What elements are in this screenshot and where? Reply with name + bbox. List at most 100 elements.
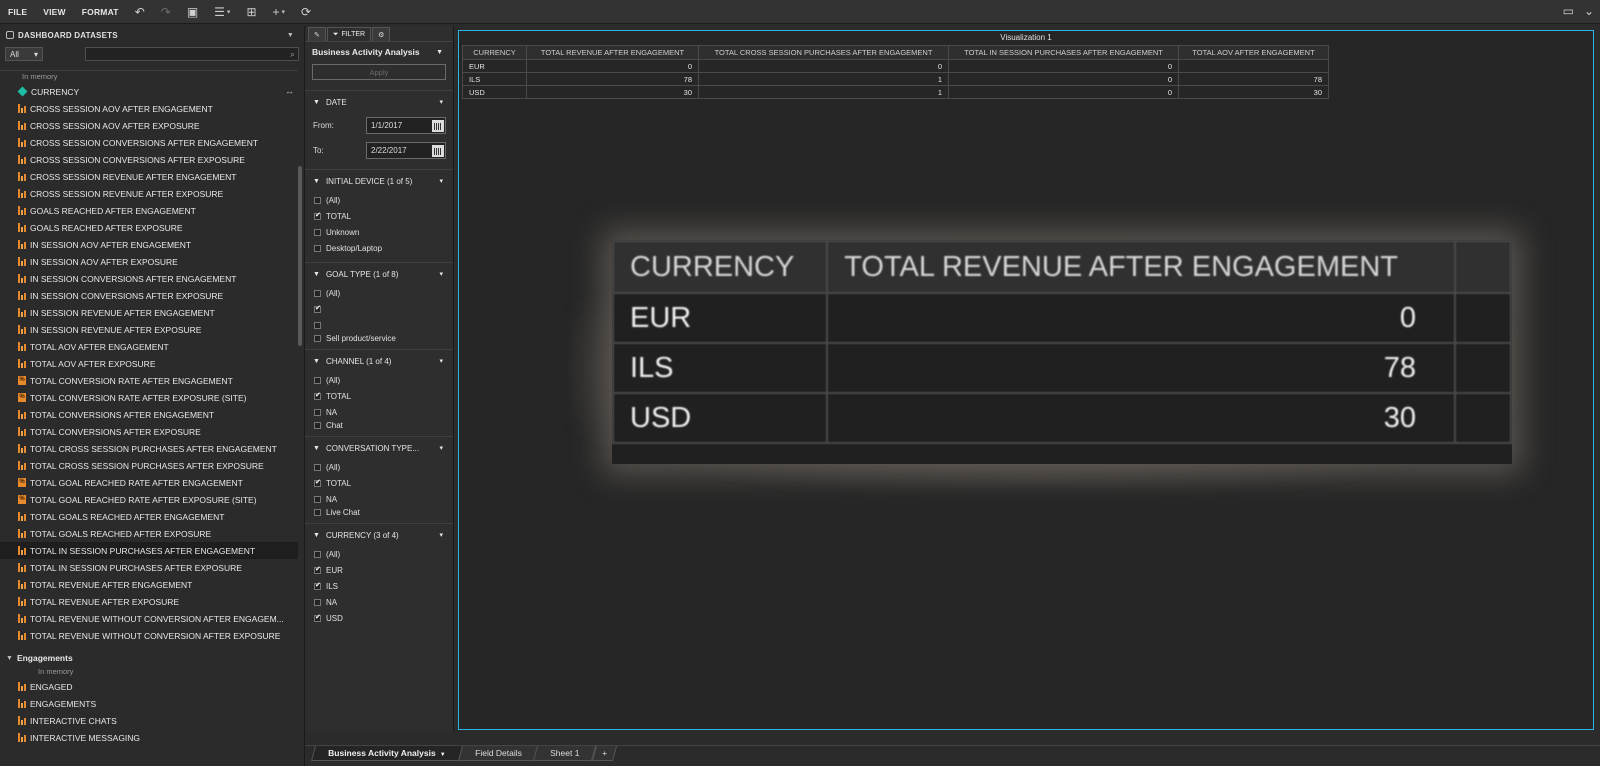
add-sheet-button[interactable]: + (591, 746, 617, 761)
filter-option[interactable]: Sell product/service (305, 333, 453, 343)
dataset-field-item[interactable]: IN SESSION CONVERSIONS AFTER ENGAGEMENT (0, 270, 298, 287)
dataset-field-item[interactable]: CROSS SESSION AOV AFTER EXPOSURE (0, 117, 298, 134)
undo-icon[interactable]: ↶ (127, 5, 153, 19)
dataset-field-item[interactable]: % TOTAL CONVERSION RATE AFTER EXPOSURE (S… (0, 389, 298, 406)
filter-option[interactable]: (All) (305, 285, 453, 301)
filter-option[interactable] (305, 301, 453, 317)
dataset-field-item[interactable]: INTERACTIVE CHATS (0, 712, 298, 729)
dataset-field-item[interactable]: CROSS SESSION CONVERSIONS AFTER EXPOSURE (0, 151, 298, 168)
dataset-field-item[interactable]: IN SESSION AOV AFTER EXPOSURE (0, 253, 298, 270)
date-to-input[interactable]: 2/22/2017 (366, 142, 446, 159)
dataset-field-item[interactable]: IN SESSION AOV AFTER ENGAGEMENT (0, 236, 298, 253)
dataset-field-item[interactable]: ENGAGEMENTS (0, 695, 298, 712)
dataset-field-item[interactable]: GOALS REACHED AFTER ENGAGEMENT (0, 202, 298, 219)
menu-file[interactable]: FILE (0, 7, 35, 17)
checkbox[interactable] (314, 408, 321, 416)
filter-option[interactable]: NA (305, 594, 453, 610)
chevron-down-icon[interactable]: ▼ (440, 752, 446, 758)
checkbox[interactable] (314, 376, 321, 384)
dataset-field-item[interactable]: TOTAL CROSS SESSION PURCHASES AFTER EXPO… (0, 457, 298, 474)
chevron-down-icon[interactable]: ▼ (436, 49, 443, 56)
tab-edit[interactable]: ✎ (308, 27, 326, 41)
filter-group-header[interactable]: ▼ CHANNEL (1 of 4) ▾ (305, 350, 453, 372)
dataset-field-item[interactable]: TOTAL CROSS SESSION PURCHASES AFTER ENGA… (0, 440, 298, 457)
checkbox[interactable] (314, 463, 321, 471)
dataset-field-item[interactable]: TOTAL REVENUE AFTER EXPOSURE (0, 593, 298, 610)
dataset-field-item[interactable]: TOTAL REVENUE WITHOUT CONVERSION AFTER E… (0, 610, 298, 627)
filter-option[interactable]: Live Chat (305, 507, 453, 517)
filter-option[interactable]: Chat (305, 420, 453, 430)
filter-group-header[interactable]: ▼ CONVERSATION TYPE... ▾ (305, 437, 453, 459)
chevron-down-icon[interactable]: ⌄ (1584, 4, 1594, 18)
add-icon[interactable]: + ▾ (265, 5, 294, 19)
chevron-down-icon[interactable]: ▾ (439, 177, 443, 185)
calendar-icon[interactable] (432, 119, 444, 132)
date-from-input[interactable]: 1/1/2017 (366, 117, 446, 134)
checkbox[interactable] (314, 495, 321, 503)
filter-option[interactable]: TOTAL (305, 388, 453, 404)
checkbox[interactable] (314, 478, 321, 487)
checkbox[interactable] (314, 508, 321, 516)
filter-option[interactable]: (All) (305, 372, 453, 388)
scrollbar[interactable] (298, 166, 302, 346)
column-header[interactable]: CURRENCY (462, 45, 527, 60)
checkbox[interactable] (314, 391, 321, 400)
checkbox[interactable] (314, 421, 321, 429)
column-header[interactable]: TOTAL REVENUE AFTER ENGAGEMENT (526, 45, 699, 60)
column-header[interactable]: TOTAL CROSS SESSION PURCHASES AFTER ENGA… (698, 45, 949, 60)
checkbox[interactable] (314, 228, 321, 236)
present-icon[interactable]: ▭ (1563, 4, 1574, 18)
dataset-field-item[interactable]: TOTAL AOV AFTER ENGAGEMENT (0, 338, 298, 355)
dataset-field-item[interactable]: CROSS SESSION AOV AFTER ENGAGEMENT (0, 100, 298, 117)
dataset-field-item[interactable]: CROSS SESSION CONVERSIONS AFTER ENGAGEME… (0, 134, 298, 151)
dataset-field-item[interactable]: TOTAL CONVERSIONS AFTER EXPOSURE (0, 423, 298, 440)
collapse-icon[interactable]: ▼ (287, 32, 294, 39)
checkbox[interactable] (314, 613, 321, 622)
dataset-field-item[interactable]: % TOTAL GOAL REACHED RATE AFTER ENGAGEMEN… (0, 474, 298, 491)
dataset-field-item[interactable]: TOTAL GOALS REACHED AFTER EXPOSURE (0, 525, 298, 542)
menu-view[interactable]: VIEW (35, 7, 74, 17)
save-icon[interactable]: ▣ (179, 5, 206, 19)
chevron-down-icon[interactable]: ▾ (439, 357, 443, 365)
filter-option[interactable]: NA (305, 404, 453, 420)
filter-option[interactable]: (All) (305, 546, 453, 562)
chevron-down-icon[interactable]: ▾ (439, 270, 443, 278)
sheet-tab[interactable]: Business Activity Analysis ▼ (310, 746, 463, 761)
filter-option[interactable]: TOTAL (305, 475, 453, 491)
sheet-tab[interactable]: Field Details (457, 746, 539, 761)
filter-option[interactable]: Desktop/Laptop (305, 240, 453, 256)
checkbox[interactable] (314, 565, 321, 574)
dataset-field-item[interactable]: TOTAL CONVERSIONS AFTER ENGAGEMENT (0, 406, 298, 423)
filter-option[interactable]: (All) (305, 192, 453, 208)
dataset-field-item[interactable]: ENGAGED (0, 678, 298, 695)
dataset-field-item[interactable]: GOALS REACHED AFTER EXPOSURE (0, 219, 298, 236)
date-filter-header[interactable]: ▼ DATE ▾ (305, 91, 453, 113)
dataset-field-item[interactable]: TOTAL REVENUE WITHOUT CONVERSION AFTER E… (0, 627, 298, 644)
filter-group-header[interactable]: ▼ CURRENCY (3 of 4) ▾ (305, 524, 453, 546)
dataset-field-item[interactable]: INTERACTIVE MESSAGING (0, 729, 298, 746)
tab-filter[interactable]: ⏷ FILTER (326, 27, 372, 41)
sheet-tab[interactable]: Sheet 1 (533, 746, 597, 761)
dataset-type-select[interactable]: All ▾ (5, 47, 43, 61)
column-header[interactable]: TOTAL IN SESSION PURCHASES AFTER ENGAGEM… (948, 45, 1179, 60)
dataset-field-item[interactable]: IN SESSION REVENUE AFTER ENGAGEMENT (0, 304, 298, 321)
dataset-search-input[interactable]: ⌕ (85, 47, 299, 61)
checkbox[interactable] (314, 211, 321, 220)
checkbox[interactable] (314, 334, 321, 342)
tab-settings[interactable]: ⚙ (372, 27, 391, 41)
checkbox[interactable] (314, 321, 321, 329)
chevron-down-icon[interactable]: ▾ (439, 531, 443, 539)
refresh-icon[interactable]: ⟳ (293, 5, 319, 19)
add-visualization-icon[interactable]: ⊞ (238, 5, 264, 19)
chevron-down-icon[interactable]: ▾ (439, 444, 443, 452)
dataset-field-item[interactable]: CURRENCY ↔ (0, 83, 298, 100)
apply-button[interactable]: Apply (312, 64, 446, 80)
checkbox[interactable] (314, 550, 321, 558)
dataset-field-item[interactable]: TOTAL REVENUE AFTER ENGAGEMENT (0, 576, 298, 593)
menu-format[interactable]: FORMAT (74, 7, 127, 17)
dataset-field-item[interactable]: % TOTAL CONVERSION RATE AFTER ENGAGEMENT (0, 372, 298, 389)
dataset-field-item[interactable]: TOTAL GOALS REACHED AFTER ENGAGEMENT (0, 508, 298, 525)
redo-icon[interactable]: ↷ (153, 5, 179, 19)
dataset-field-item[interactable]: TOTAL IN SESSION PURCHASES AFTER EXPOSUR… (0, 559, 298, 576)
add-data-icon[interactable]: ☰ ▾ (206, 5, 238, 19)
